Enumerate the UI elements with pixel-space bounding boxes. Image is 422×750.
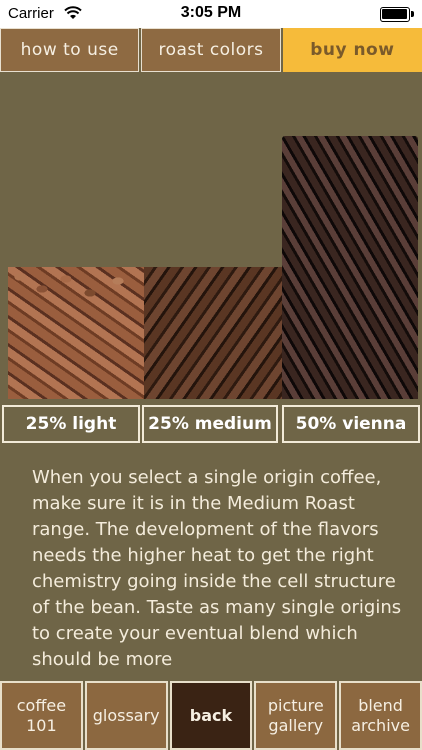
back-button[interactable]: back xyxy=(169,681,253,750)
description-text: When you select a single origin coffee, … xyxy=(32,467,402,670)
status-bar: Carrier 3:05 PM xyxy=(0,0,422,28)
tab-how-to-use[interactable]: how to use xyxy=(0,28,140,72)
blend-labels: 25% light 25% medium 50% vienna xyxy=(0,405,422,443)
clock: 3:05 PM xyxy=(180,4,242,21)
medium-blend-label: 25% medium xyxy=(142,405,278,443)
battery-icon xyxy=(380,7,414,22)
tab-blend-archive[interactable]: blend archive xyxy=(339,681,422,750)
tab-coffee-101[interactable]: coffee 101 xyxy=(0,681,83,750)
vienna-roast-beans-image xyxy=(282,136,418,399)
medium-roast-beans-image xyxy=(144,267,282,399)
light-blend-label: 25% light xyxy=(2,405,140,443)
tab-buy-now[interactable]: buy now xyxy=(282,28,422,72)
tab-picture-gallery[interactable]: picture gallery xyxy=(254,681,338,750)
vienna-blend-label: 50% vienna xyxy=(282,405,420,443)
tab-roast-colors[interactable]: roast colors xyxy=(141,28,281,72)
light-roast-beans-image xyxy=(8,267,144,399)
bottom-tab-bar: coffee 101 glossary back picture gallery… xyxy=(0,681,422,750)
top-tab-bar: how to use roast colors buy now xyxy=(0,28,422,74)
tab-glossary[interactable]: glossary xyxy=(84,681,168,750)
